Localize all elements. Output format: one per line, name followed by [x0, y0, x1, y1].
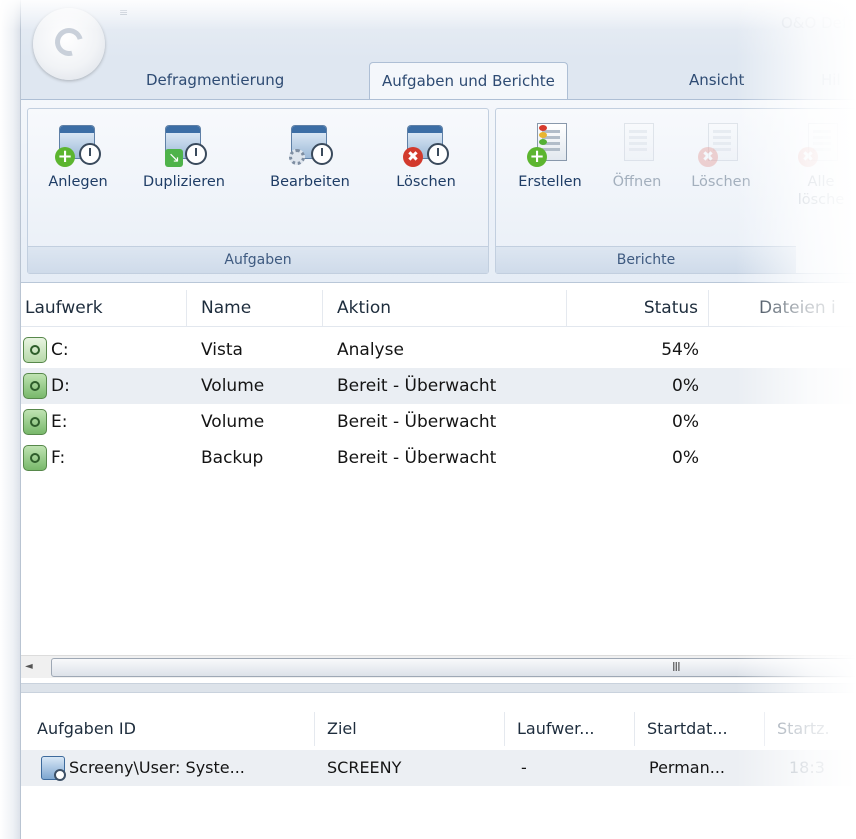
oeffnen-button[interactable]: Öffnen — [600, 121, 674, 191]
drive-letter: D: — [51, 376, 70, 396]
column-laufwerk[interactable]: Laufwerk — [23, 290, 187, 326]
column-aufgaben-id[interactable]: Aufgaben ID — [23, 712, 315, 746]
task-start-time: 18:3 — [789, 758, 825, 777]
ribbon: + Anlegen ↘ Duplizieren Bearbeiten ✖ Lös… — [21, 99, 856, 283]
anlegen-button[interactable]: + Anlegen — [34, 121, 122, 191]
alle-loeschen-button[interactable]: ✖ Alle lösche — [776, 121, 856, 209]
erstellen-label: Erstellen — [518, 174, 582, 190]
main-window: ≡ O&O Defr Defragmentierung Aufgaben und… — [20, 0, 856, 839]
column-name[interactable]: Name — [187, 290, 323, 326]
drive-status: 54% — [661, 340, 699, 360]
drive-row[interactable]: F: Backup Bereit - Überwacht 0% — [21, 440, 856, 476]
group-berichte: + Erstellen Öffnen ✖ Löschen ✖ Alle lösc… — [495, 108, 856, 274]
drive-action: Analyse — [337, 340, 404, 360]
anlegen-label: Anlegen — [48, 174, 108, 190]
oeffnen-label: Öffnen — [612, 174, 662, 190]
bearbeiten-button[interactable]: Bearbeiten — [248, 121, 372, 191]
tasks-list: Aufgaben ID Ziel Laufwer... Startdat... … — [21, 700, 856, 839]
drives-list-header: Laufwerk Name Aktion Status Dateien i — [21, 290, 856, 327]
pane-splitter[interactable] — [21, 683, 856, 693]
ribbon-tabs: Defragmentierung Aufgaben und Berichte A… — [21, 58, 856, 100]
report-create-icon: + — [527, 121, 573, 167]
scrollbar-grip: III — [672, 660, 681, 674]
report-delete-all-icon: ✖ — [798, 121, 844, 167]
task-delete-icon: ✖ — [403, 121, 449, 167]
column-laufwerk-task[interactable]: Laufwer... — [505, 712, 635, 746]
quick-access-icon[interactable]: ≡ — [119, 6, 128, 19]
bericht-loeschen-label: Löschen — [691, 174, 751, 190]
drive-action: Bereit - Überwacht — [337, 412, 497, 432]
scroll-left-arrow-icon[interactable]: ◄ — [25, 659, 37, 675]
task-row[interactable]: Screeny\User: Syste... SCREENY - Perman.… — [21, 750, 856, 786]
application-orb-button[interactable] — [33, 8, 105, 80]
drive-action: Bereit - Überwacht — [337, 448, 497, 468]
aufgabe-loeschen-button[interactable]: ✖ Löschen — [374, 121, 478, 191]
title-bar: ≡ O&O Defr — [21, 0, 856, 58]
aufgabe-loeschen-label: Löschen — [396, 174, 456, 190]
drive-row[interactable]: D: Volume Bereit - Überwacht 0% — [21, 368, 856, 404]
drive-name: Volume — [201, 412, 265, 432]
report-delete-icon: ✖ — [698, 121, 744, 167]
column-startdatum[interactable]: Startdat... — [635, 712, 765, 746]
window-shadow — [0, 0, 22, 839]
report-open-icon — [614, 121, 660, 167]
drive-letter: F: — [51, 448, 66, 468]
column-startzeit[interactable]: Startz. — [765, 712, 856, 746]
group-aufgaben-label: Aufgaben — [28, 246, 488, 273]
column-status[interactable]: Status — [567, 290, 709, 326]
drives-list: Laufwerk Name Aktion Status Dateien i C:… — [21, 290, 856, 647]
drive-action: Bereit - Überwacht — [337, 376, 497, 396]
task-drive: - — [521, 758, 527, 777]
app-frame: ≡ O&O Defr Defragmentierung Aufgaben und… — [0, 0, 856, 839]
column-aktion[interactable]: Aktion — [323, 290, 567, 326]
group-berichte-label: Berichte — [496, 246, 796, 273]
bericht-loeschen-button[interactable]: ✖ Löschen — [676, 121, 766, 191]
drive-icon — [23, 409, 47, 435]
drive-letter: C: — [51, 340, 69, 360]
drive-icon — [23, 373, 47, 399]
tab-defragmentierung[interactable]: Defragmentierung — [146, 62, 284, 98]
drive-row[interactable]: E: Volume Bereit - Überwacht 0% — [21, 404, 856, 440]
alle-loeschen-label-line2: lösche — [797, 192, 845, 208]
drive-status: 0% — [672, 448, 699, 468]
task-target: SCREENY — [327, 758, 402, 777]
drive-status: 0% — [672, 376, 699, 396]
oo-logo-icon — [49, 22, 89, 62]
bearbeiten-label: Bearbeiten — [270, 174, 350, 190]
tab-ansicht[interactable]: Ansicht — [689, 62, 744, 98]
task-start-date: Perman... — [649, 758, 726, 777]
scrollbar-thumb[interactable]: III — [51, 658, 856, 677]
task-duplicate-icon: ↘ — [161, 121, 207, 167]
drive-status: 0% — [672, 412, 699, 432]
column-ziel[interactable]: Ziel — [315, 712, 505, 746]
drive-icon — [23, 445, 47, 471]
column-dateien[interactable]: Dateien i — [709, 290, 856, 326]
tab-hilfe[interactable]: Hil — [821, 62, 841, 98]
group-aufgaben: + Anlegen ↘ Duplizieren Bearbeiten ✖ Lös… — [27, 108, 489, 274]
tab-aufgaben-und-berichte[interactable]: Aufgaben und Berichte — [369, 62, 568, 99]
app-title: O&O Defr — [781, 14, 854, 32]
erstellen-button[interactable]: + Erstellen — [502, 121, 598, 191]
drive-name: Volume — [201, 376, 265, 396]
scheduled-task-icon — [41, 756, 66, 781]
duplizieren-label: Duplizieren — [143, 174, 225, 190]
drive-name: Vista — [201, 340, 243, 360]
task-add-icon: + — [55, 121, 101, 167]
drive-icon — [23, 337, 47, 363]
drive-name: Backup — [201, 448, 264, 468]
horizontal-scrollbar[interactable]: ◄ III — [21, 655, 856, 678]
alle-loeschen-label: Alle — [807, 174, 835, 190]
duplizieren-button[interactable]: ↘ Duplizieren — [124, 121, 244, 191]
drive-letter: E: — [51, 412, 68, 432]
task-edit-icon — [287, 121, 333, 167]
task-id: Screeny\User: Syste... — [69, 758, 245, 777]
drive-row[interactable]: C: Vista Analyse 54% — [21, 332, 856, 368]
